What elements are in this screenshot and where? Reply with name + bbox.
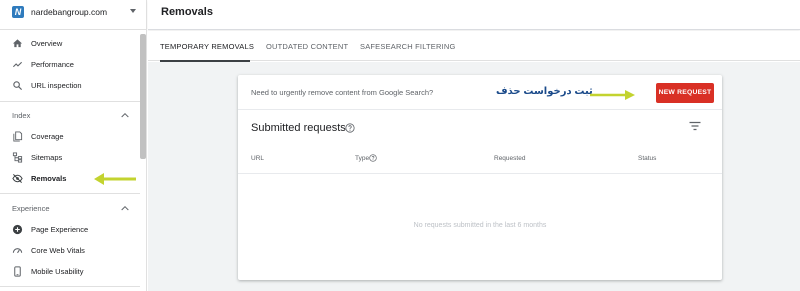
sidebar-divider xyxy=(0,193,140,194)
sidebar-item-label: Performance xyxy=(31,60,74,69)
card-divider xyxy=(238,109,722,110)
page-title: Removals xyxy=(161,6,213,18)
eye-off-icon xyxy=(12,174,23,183)
speedometer-icon xyxy=(12,248,23,254)
sidebar-item-page-experience[interactable]: Page Experience xyxy=(0,220,140,241)
section-label: Index xyxy=(12,111,31,120)
sidebar: N nardebangroup.com Overview Performance… xyxy=(0,0,147,291)
chevron-up-icon xyxy=(121,205,129,211)
annotation-arrow-right-icon xyxy=(590,90,635,100)
chevron-up-icon xyxy=(121,112,129,118)
sidebar-item-coverage[interactable]: Coverage xyxy=(0,127,140,148)
section-experience[interactable]: Experience xyxy=(0,199,140,219)
tab-safesearch-filtering[interactable]: SAFESEARCH FILTERING xyxy=(360,31,455,61)
tab-outdated-content[interactable]: OUTDATED CONTENT xyxy=(266,31,349,61)
new-request-button[interactable]: NEW REQUEST xyxy=(656,83,714,103)
sidebar-item-label: Sitemaps xyxy=(31,153,63,162)
sidebar-divider xyxy=(0,101,140,102)
tab-label: OUTDATED CONTENT xyxy=(266,42,349,51)
removals-card: Need to urgently remove content from Goo… xyxy=(238,75,722,280)
section-index[interactable]: Index xyxy=(0,106,140,126)
property-name: nardebangroup.com xyxy=(31,7,108,17)
property-selector[interactable]: N nardebangroup.com xyxy=(0,0,147,30)
urgent-removal-prompt: Need to urgently remove content from Goo… xyxy=(251,88,434,97)
sidebar-item-performance[interactable]: Performance xyxy=(0,55,140,76)
sidebar-item-label: URL inspection xyxy=(31,81,82,90)
help-icon[interactable] xyxy=(345,123,355,133)
page-header: Removals xyxy=(148,0,800,30)
sidebar-item-label: Mobile Usability xyxy=(31,267,84,276)
sidebar-item-label: Page Experience xyxy=(31,225,89,234)
smartphone-icon xyxy=(14,266,21,277)
section-label: Experience xyxy=(12,204,50,213)
trending-icon xyxy=(12,61,23,68)
column-header-requested[interactable]: Requested xyxy=(494,155,525,162)
empty-state-message: No requests submitted in the last 6 mont… xyxy=(413,222,547,229)
help-icon[interactable] xyxy=(369,154,377,162)
plus-circle-icon xyxy=(12,224,23,235)
sitemap-icon xyxy=(12,152,23,163)
sidebar-item-sitemaps[interactable]: Sitemaps xyxy=(0,148,140,169)
home-icon xyxy=(12,39,23,48)
column-header-url[interactable]: URL xyxy=(251,155,264,162)
sidebar-item-label: Removals xyxy=(31,174,67,183)
sidebar-item-core-web-vitals[interactable]: Core Web Vitals xyxy=(0,241,140,262)
column-header-status[interactable]: Status xyxy=(638,155,656,162)
sidebar-item-label: Coverage xyxy=(31,132,64,141)
tab-label: SAFESEARCH FILTERING xyxy=(360,42,456,51)
sidebar-scrollbar[interactable] xyxy=(140,34,146,159)
table-header-divider xyxy=(238,173,722,174)
tab-bar: TEMPORARY REMOVALS OUTDATED CONTENT SAFE… xyxy=(148,31,800,62)
annotation-text: ثبت درخواست حذف xyxy=(496,86,593,97)
sidebar-item-mobile-usability[interactable]: Mobile Usability xyxy=(0,262,140,283)
column-header-type[interactable]: Type xyxy=(355,155,369,162)
annotation-arrow-left-icon xyxy=(94,173,136,185)
file-copy-icon xyxy=(13,131,23,142)
search-icon xyxy=(13,81,23,91)
sidebar-item-label: Core Web Vitals xyxy=(31,246,85,255)
tab-label: TEMPORARY REMOVALS xyxy=(160,42,255,51)
sidebar-item-label: Overview xyxy=(31,39,63,48)
filter-icon[interactable] xyxy=(689,121,701,131)
sidebar-item-url-inspection[interactable]: URL inspection xyxy=(0,76,140,97)
sidebar-item-overview[interactable]: Overview xyxy=(0,34,140,55)
tab-temporary-removals[interactable]: TEMPORARY REMOVALS xyxy=(160,31,254,62)
property-favicon-icon: N xyxy=(12,6,24,18)
submitted-requests-title: Submitted requests xyxy=(251,122,346,134)
sidebar-divider xyxy=(0,286,140,287)
search-console-app: N nardebangroup.com Overview Performance… xyxy=(0,0,800,291)
caret-down-icon[interactable] xyxy=(130,9,136,13)
